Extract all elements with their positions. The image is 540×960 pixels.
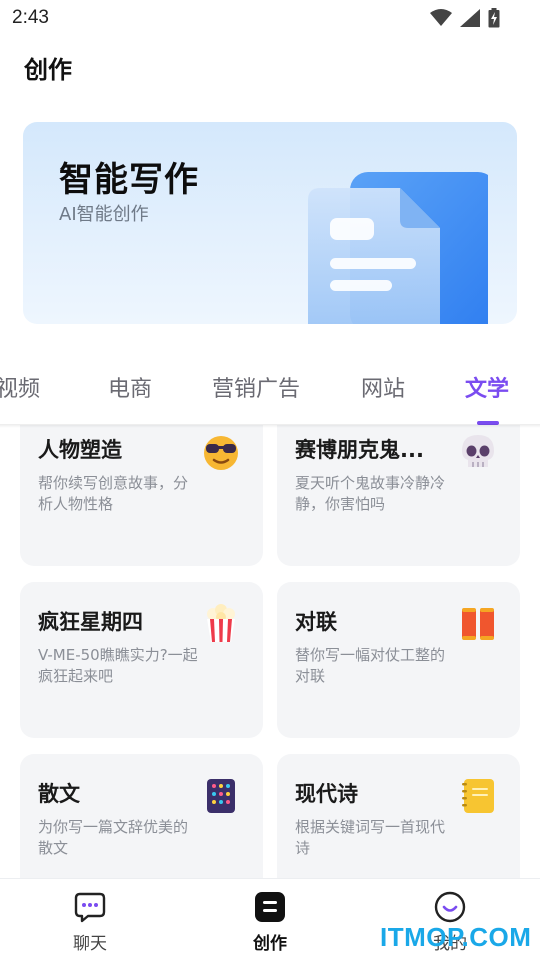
notepad-icon (462, 779, 494, 813)
status-time: 2:43 (12, 7, 49, 28)
card-title: 疯狂星期四 (38, 610, 143, 634)
create-icon (255, 892, 285, 922)
page-title: 创作 (24, 56, 72, 84)
card-description: 根据关键词写一首现代诗 (295, 818, 446, 857)
tab-website[interactable]: 网站 (361, 371, 405, 403)
tab-ecommerce[interactable]: 电商 (108, 371, 152, 403)
document-illustration-icon (308, 172, 488, 324)
smart-writing-banner[interactable]: 智能写作 AI智能创作 (23, 122, 517, 324)
banner-subtitle: AI智能创作 (59, 204, 149, 225)
card-title: 对联 (295, 610, 337, 634)
profile-icon (434, 891, 466, 923)
wifi-icon (430, 9, 452, 26)
nav-label: 聊天 (73, 934, 107, 954)
nav-label: 创作 (253, 934, 287, 954)
card-title: 赛博朋克鬼... (295, 438, 424, 462)
card-title: 人物塑造 (38, 438, 122, 462)
category-tabs: 短视频 电商 营销广告 网站 文学 (0, 345, 540, 425)
card-description: 为你写一篇文辞优美的散文 (38, 818, 189, 857)
sunglasses-face-icon (204, 436, 238, 470)
battery-icon (488, 8, 500, 28)
couplet-scroll-icon (462, 608, 494, 640)
card-crazy-thursday[interactable]: 疯狂星期四 V-ME-50瞧瞧实力?一起疯狂起来吧 (20, 582, 263, 738)
tab-short-video[interactable]: 短视频 (0, 371, 40, 403)
popcorn-icon (207, 604, 235, 642)
banner-title: 智能写作 (59, 160, 199, 200)
skull-icon (462, 435, 494, 467)
signal-icon (460, 9, 480, 27)
nav-create[interactable]: 创作 (180, 879, 360, 960)
tab-marketing-ads[interactable]: 营销广告 (212, 371, 300, 403)
card-modern-poetry[interactable]: 现代诗 根据关键词写一首现代诗 (277, 754, 520, 894)
chat-bubble-icon (74, 892, 106, 923)
site-watermark: ITMOP.COM (380, 922, 532, 952)
card-description: 夏天听个鬼故事冷静冷静，你害怕吗 (295, 474, 446, 513)
card-description: 帮你续写创意故事，分析人物性格 (38, 474, 189, 513)
card-couplet[interactable]: 对联 替你写一幅对仗工整的对联 (277, 582, 520, 738)
nav-chat[interactable]: 聊天 (0, 879, 180, 960)
notebook-icon (207, 779, 235, 813)
card-description: V-ME-50瞧瞧实力?一起疯狂起来吧 (38, 646, 198, 685)
card-prose[interactable]: 散文 为你写一篇文辞优美的散文 (20, 754, 263, 894)
card-title: 现代诗 (295, 782, 358, 806)
tab-literature[interactable]: 文学 (465, 371, 509, 403)
status-bar: 2:43 (0, 0, 540, 36)
card-title: 散文 (38, 782, 80, 806)
card-description: 替你写一幅对仗工整的对联 (295, 646, 446, 685)
